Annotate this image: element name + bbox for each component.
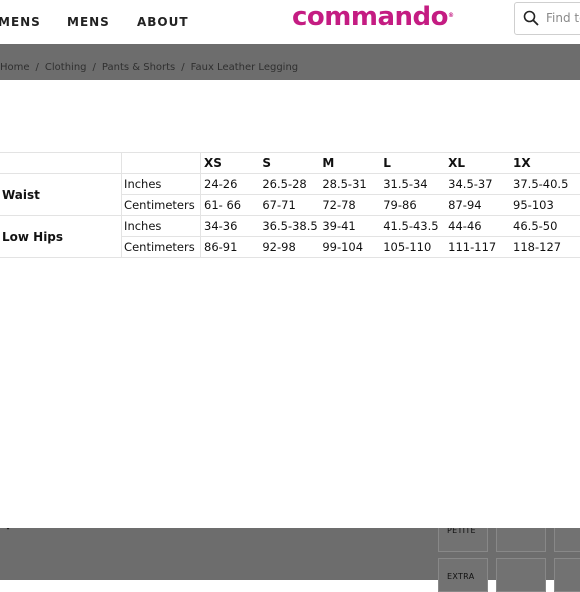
table-cell: 105-110 <box>380 236 446 258</box>
header-empty <box>121 152 201 174</box>
table-cell: 67-71 <box>259 194 320 216</box>
table-cell: 37.5-40.5 <box>510 173 580 195</box>
breadcrumb-separator: / <box>92 62 96 73</box>
table-cell: 39-41 <box>319 215 381 237</box>
nav-mens[interactable]: MENS <box>67 15 110 29</box>
unit-label: Inches <box>121 173 201 195</box>
table-cell: 24-26 <box>200 173 260 195</box>
table-cell: 111-117 <box>445 236 511 258</box>
metric-label: Waist <box>0 173 123 216</box>
logo-text: commando <box>292 2 449 32</box>
breadcrumb-clothing[interactable]: Clothing <box>45 62 87 73</box>
breadcrumb-pants-shorts[interactable]: Pants & Shorts <box>102 62 175 73</box>
table-cell: 92-98 <box>259 236 320 258</box>
search-input[interactable]: Find to <box>514 2 580 35</box>
table-row: Waist Inches 24-26 26.5-28 28.5-31 31.5-… <box>0 173 580 216</box>
size-header: M <box>319 152 381 174</box>
overlay-bottom <box>0 528 580 580</box>
size-header: 1X <box>510 152 580 174</box>
breadcrumb-separator: / <box>181 62 185 73</box>
table-cell: 118-127 <box>510 236 580 258</box>
table-cell: 26.5-28 <box>259 173 320 195</box>
nav-mens-partial[interactable]: MENS <box>0 15 41 29</box>
table-cell: 34-36 <box>200 215 260 237</box>
table-cell: 36.5-38.5 <box>259 215 320 237</box>
breadcrumb-home[interactable]: Home <box>0 62 30 73</box>
table-cell: 99-104 <box>319 236 381 258</box>
table-cell: 31.5-34 <box>380 173 446 195</box>
table-header-row: XS S M L XL 1X <box>0 152 580 174</box>
site-header: MENS MENS ABOUT commando® Find to <box>0 0 580 44</box>
header-empty <box>0 152 123 174</box>
table-cell: 79-86 <box>380 194 446 216</box>
commando-logo[interactable]: commando® <box>292 2 454 32</box>
table-cell: 46.5-50 <box>510 215 580 237</box>
table-cell: 95-103 <box>510 194 580 216</box>
nav-about[interactable]: ABOUT <box>137 15 189 29</box>
unit-label: Inches <box>121 215 201 237</box>
table-row: Low Hips Inches 34-36 36.5-38.5 39-41 41… <box>0 215 580 258</box>
size-option[interactable] <box>554 558 580 592</box>
table-cell: 61- 66 <box>200 194 260 216</box>
size-header: S <box>259 152 320 174</box>
size-chart-table: XS S M L XL 1X Waist Inches 24-26 26.5-2… <box>0 152 580 258</box>
breadcrumb-separator: / <box>35 62 39 73</box>
size-header: XS <box>200 152 260 174</box>
search-icon[interactable] <box>523 10 539 26</box>
size-option[interactable] <box>496 558 546 592</box>
size-header: L <box>380 152 446 174</box>
breadcrumb: Home / Clothing / Pants & Shorts / Faux Leathe… <box>0 62 298 73</box>
breadcrumb-current: Faux Leather Legging <box>190 62 299 73</box>
unit-label: Centimeters <box>121 236 201 258</box>
size-header: XL <box>445 152 511 174</box>
metric-label: Low Hips <box>0 215 123 258</box>
table-cell: 72-78 <box>319 194 381 216</box>
table-cell: 34.5-37 <box>445 173 511 195</box>
table-cell: 41.5-43.5 <box>380 215 446 237</box>
registered-mark: ® <box>448 12 454 19</box>
search-placeholder: Find to <box>546 11 580 25</box>
table-cell: 44-46 <box>445 215 511 237</box>
table-cell: 86-91 <box>200 236 260 258</box>
size-chart-modal <box>0 80 580 528</box>
unit-label: Centimeters <box>121 194 201 216</box>
table-cell: 28.5-31 <box>319 173 381 195</box>
table-cell: 87-94 <box>445 194 511 216</box>
